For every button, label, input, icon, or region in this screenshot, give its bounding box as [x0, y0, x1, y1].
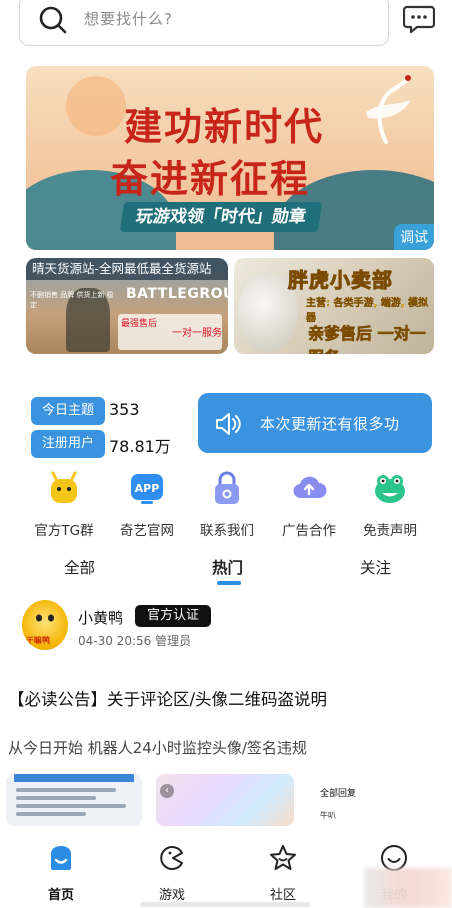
quick-link-label: 官方TG群 — [34, 523, 94, 539]
tab-all[interactable]: 全部 — [64, 556, 95, 578]
ad-left-title: 晴天货源站-全网最低最全货源站 — [26, 258, 228, 280]
quick-link-label: 免责声明 — [363, 523, 417, 539]
debug-tag[interactable]: 调试 — [394, 224, 434, 250]
quick-link-label: 广告合作 — [282, 523, 336, 539]
tab-home-label: 首页 — [47, 888, 74, 903]
search-input[interactable]: 想要找什么? — [84, 8, 173, 29]
game-icon — [160, 846, 183, 870]
verified-badge: 官方认证 — [135, 605, 212, 627]
tab-community[interactable]: 社区 — [253, 844, 313, 903]
banner-carousel[interactable]: 建功新时代 奋进新征程 玩游戏领「时代」勋章 调试 — [26, 66, 434, 250]
duck-eyes — [36, 614, 54, 622]
today-topics-value: 353 — [109, 400, 140, 419]
thumb1-line — [16, 788, 116, 792]
quick-link-ad-cooperation[interactable]: 广告合作 — [270, 470, 348, 539]
blurred-area — [364, 868, 452, 908]
update-notice-text: 本次更新还有很多功 — [260, 415, 400, 433]
tab-games-label: 游戏 — [158, 888, 185, 903]
quick-link-label: 奇艺官网 — [120, 523, 174, 539]
message-icon[interactable] — [403, 4, 435, 34]
today-topics-button[interactable]: 今日主题 — [31, 397, 105, 425]
quick-link-contact[interactable]: 联系我们 — [188, 470, 266, 539]
tab-following[interactable]: 关注 — [360, 556, 391, 578]
update-notice[interactable]: 本次更新还有很多功 — [198, 393, 432, 453]
lock-icon — [215, 471, 239, 504]
crane-illustration — [366, 75, 411, 144]
cloud-upload-icon — [293, 476, 327, 499]
post-username[interactable]: 小黄鸭 — [78, 607, 123, 628]
ad-right-title: 胖虎小卖部 — [288, 268, 393, 293]
registered-users-button[interactable]: 注册用户 — [31, 430, 105, 458]
thumb3-heading: 全部回复 — [320, 789, 357, 799]
quick-link-disclaimer[interactable]: 免责声明 — [351, 470, 429, 539]
ad-right-service: 亲爹售后 一对一服务 — [308, 324, 426, 354]
thumb3-row: 牛叭 — [320, 811, 336, 820]
post-image-1[interactable] — [6, 774, 142, 826]
post-image-3[interactable]: 全部回复 牛叭 — [310, 774, 440, 826]
ad-card-right[interactable]: 胖虎小卖部 主营: 各类手游, 端游, 模拟器 亲爹售后 一对一服务 — [234, 258, 434, 354]
svg-text:APP: APP — [135, 482, 160, 495]
home-icon — [51, 846, 71, 870]
quick-link-official-site[interactable]: APP 奇艺官网 — [108, 470, 186, 539]
tab-games[interactable]: 游戏 — [142, 844, 202, 903]
quick-link-tg-group[interactable]: 官方TG群 — [25, 470, 103, 539]
banner-headline-1: 建功新时代 — [124, 104, 325, 149]
speaker-icon — [216, 413, 241, 435]
home-indicator — [140, 902, 310, 907]
tab-hot[interactable]: 热门 — [212, 556, 243, 578]
tab-home[interactable]: 首页 — [31, 844, 91, 903]
tab-community-label: 社区 — [269, 888, 296, 903]
robot-icon — [51, 471, 77, 503]
star-icon — [270, 845, 296, 870]
avatar[interactable]: 干嘛鸭 — [22, 600, 68, 650]
app-icon: APP — [131, 474, 163, 504]
ad-left-small-text: 不删销售 品牌 供货上新 稳定 — [30, 291, 114, 309]
quick-link-label: 联系我们 — [200, 523, 254, 539]
registered-users-value: 78.81万 — [109, 437, 171, 456]
chevron-left-icon[interactable]: ‹ — [160, 784, 174, 798]
thumb1-line — [16, 804, 126, 808]
banner-ribbon: 玩游戏领「时代」勋章 — [119, 202, 323, 232]
ad-left-red-text-2: 一对一服务 — [172, 328, 222, 339]
ad-card-left[interactable]: 晴天货源站-全网最低最全货源站 不删销售 品牌 供货上新 稳定 BATTLEGR… — [26, 258, 228, 354]
banner-headline-2: 奋进新征程 — [110, 156, 311, 201]
post-image-2[interactable]: ‹ — [156, 774, 294, 826]
post-title[interactable]: 【必读公告】关于评论区/头像二维码盗说明 — [8, 686, 327, 710]
thumb1-header-bar — [14, 774, 134, 782]
thumb1-line — [16, 796, 96, 800]
post-meta: 04-30 20:56 管理员 — [78, 634, 192, 648]
frog-icon — [375, 475, 405, 503]
thumb1-line — [16, 812, 86, 816]
tab-indicator — [217, 581, 241, 585]
search-bar[interactable]: 想要找什么? — [19, 0, 389, 46]
banner-sun-decoration — [66, 76, 126, 136]
search-icon — [39, 6, 67, 34]
post-excerpt: 从今日开始 机器人24小时监控头像/签名违规 — [8, 739, 307, 757]
ad-left-red-text-1: 最强售后 — [121, 319, 158, 329]
ad-left-logo: BATTLEGROUNDS — [126, 286, 228, 302]
avatar-tag: 干嘛鸭 — [26, 636, 50, 645]
